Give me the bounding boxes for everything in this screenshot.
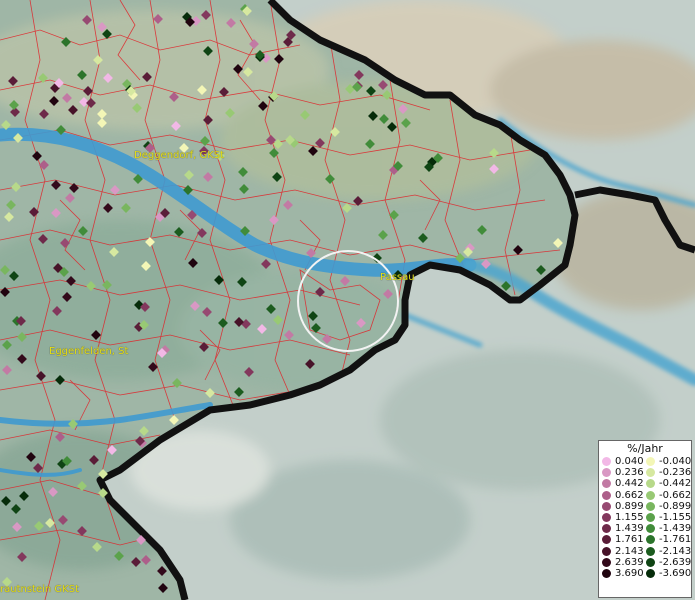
legend-entry: -2.143 <box>646 546 691 557</box>
map-canvas[interactable] <box>0 0 695 600</box>
legend-swatch <box>646 557 655 567</box>
legend-swatch <box>602 535 611 545</box>
legend-title: %/Jahr <box>627 442 663 455</box>
legend-entry: -0.899 <box>646 501 691 512</box>
legend-entry: 1.155 <box>602 512 646 523</box>
legend-value: -0.236 <box>659 467 692 479</box>
legend-positive-column: 0.040 0.236 0.442 0.662 0.899 1.155 1.439 1.761… <box>602 456 646 579</box>
legend-value: 3.690 <box>615 567 644 579</box>
legend: %/Jahr 0.040 0.236 0.442 0.662 0.899 1.155 1.4… <box>598 440 692 598</box>
legend-entry: -0.662 <box>646 490 691 501</box>
legend-value: 1.761 <box>615 534 644 546</box>
legend-value: 1.155 <box>615 512 644 524</box>
legend-entry: -2.639 <box>646 557 691 568</box>
legend-swatch <box>602 457 611 467</box>
legend-swatch <box>646 568 655 578</box>
legend-swatch <box>602 546 611 556</box>
legend-entry: 0.040 <box>602 456 646 467</box>
legend-value: 0.442 <box>615 478 644 490</box>
legend-entry: 1.761 <box>602 534 646 545</box>
legend-swatch <box>602 568 611 578</box>
legend-value: -2.639 <box>659 556 692 568</box>
legend-swatch <box>646 457 655 467</box>
legend-value: -0.040 <box>659 456 692 468</box>
legend-swatch <box>602 513 611 523</box>
legend-value: 0.040 <box>615 456 644 468</box>
legend-swatch <box>646 546 655 556</box>
legend-swatch <box>646 535 655 545</box>
legend-value: 1.439 <box>615 523 644 535</box>
legend-negative-column: -0.040 -0.236 -0.442 -0.662 -0.899 -1.155 -1.4… <box>646 456 691 579</box>
legend-swatch <box>646 490 655 500</box>
legend-swatch <box>646 468 655 478</box>
legend-swatch <box>602 479 611 489</box>
legend-entry: -0.040 <box>646 456 691 467</box>
legend-value: -1.155 <box>659 512 692 524</box>
place-label-passau: Passau <box>380 272 415 283</box>
legend-value: -1.439 <box>659 523 692 535</box>
legend-entry: -1.439 <box>646 523 691 534</box>
legend-swatch <box>602 501 611 511</box>
place-label-eggenfelden: Eggenfelden, St <box>49 346 129 357</box>
legend-value: -3.690 <box>659 567 692 579</box>
map-view[interactable]: Deggendorf, GKSt Passau Eggenfelden, St … <box>0 0 695 600</box>
legend-entry: 3.690 <box>602 568 646 579</box>
legend-entry: 2.143 <box>602 546 646 557</box>
legend-swatch <box>646 524 655 534</box>
legend-entry: -0.442 <box>646 478 691 489</box>
legend-value: 0.899 <box>615 500 644 512</box>
legend-entry: 0.236 <box>602 467 646 478</box>
legend-entry: 2.639 <box>602 557 646 568</box>
legend-swatch <box>646 501 655 511</box>
legend-swatch <box>602 557 611 567</box>
place-label-deggendorf: Deggendorf, GKSt <box>134 150 225 161</box>
legend-entry: -1.155 <box>646 512 691 523</box>
place-label-rautnstein: rautnstein GKSt <box>0 584 79 595</box>
legend-entry: -3.690 <box>646 568 691 579</box>
legend-value: -0.899 <box>659 500 692 512</box>
legend-entry: -1.761 <box>646 534 691 545</box>
legend-entry: 1.439 <box>602 523 646 534</box>
legend-value: 0.662 <box>615 489 644 501</box>
legend-swatch <box>646 513 655 523</box>
legend-entry: 0.662 <box>602 490 646 501</box>
legend-value: 2.143 <box>615 545 644 557</box>
legend-swatch <box>602 490 611 500</box>
legend-entry: -0.236 <box>646 467 691 478</box>
legend-value: -0.442 <box>659 478 692 490</box>
legend-value: 0.236 <box>615 467 644 479</box>
legend-value: -2.143 <box>659 545 692 557</box>
legend-entry: 0.899 <box>602 501 646 512</box>
legend-value: 2.639 <box>615 556 644 568</box>
legend-swatch <box>646 479 655 489</box>
legend-swatch <box>602 524 611 534</box>
legend-value: -1.761 <box>659 534 692 546</box>
legend-value: -0.662 <box>659 489 692 501</box>
legend-swatch <box>602 468 611 478</box>
legend-entry: 0.442 <box>602 478 646 489</box>
